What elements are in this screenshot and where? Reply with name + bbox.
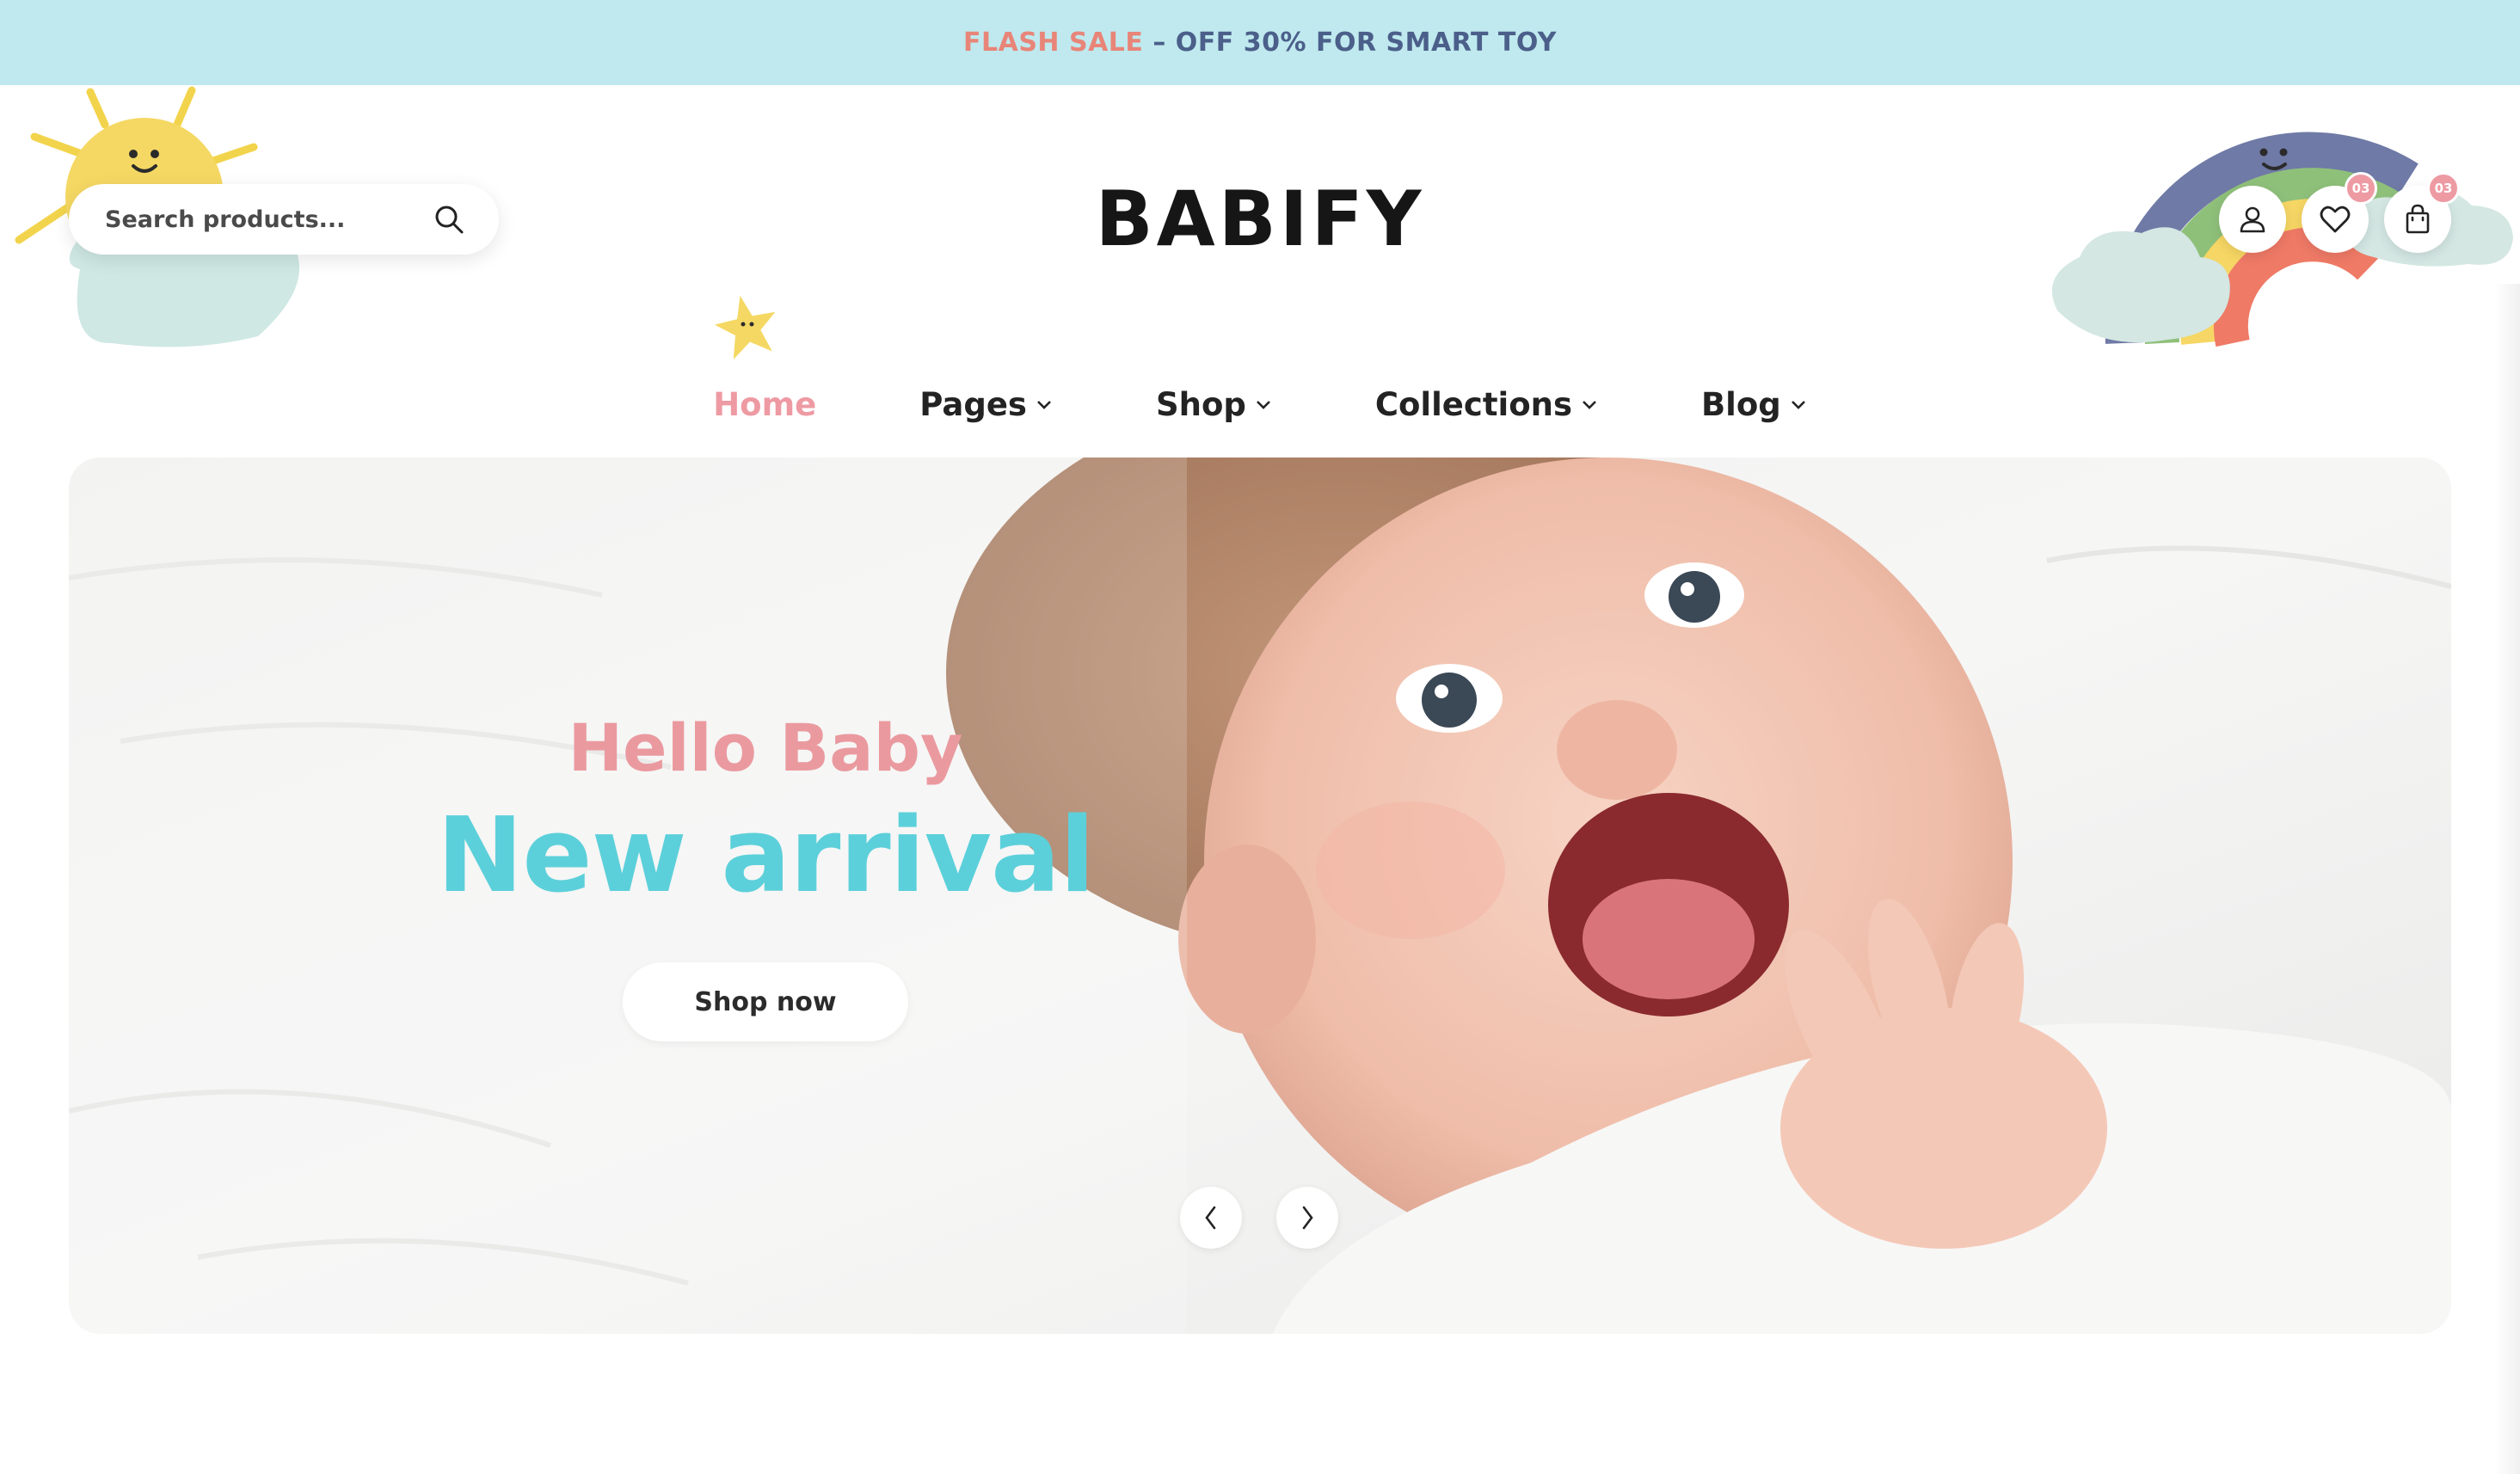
announcement-text: – OFF 30% FOR SMART TOY [1143,28,1557,58]
chevron-right-icon [1302,1206,1313,1230]
hero-banner: Hello Baby New arrival Shop now [69,458,2451,1334]
chevron-down-icon [1037,401,1051,409]
nav-item-collections[interactable]: Collections [1324,370,1650,439]
slider-next-button[interactable] [1276,1187,1338,1249]
nav-item-label: Shop [1155,385,1246,423]
site-logo[interactable]: BABIFY [1096,171,1422,266]
user-icon [2240,206,2265,233]
nav-item-home[interactable]: Home [661,370,868,439]
search-input[interactable] [103,205,432,234]
announcement-bar: FLASH SALE – OFF 30% FOR SMART TOY [0,0,2520,85]
cart-button[interactable]: 03 [2384,172,2460,253]
nav-item-label: Blog [1700,385,1781,423]
search-icon[interactable] [432,202,466,236]
wishlist-count-badge: 03 [2345,172,2377,205]
nav-item-blog[interactable]: Blog [1650,370,1859,439]
nav-item-label: Home [713,385,817,423]
chevron-down-icon [1256,401,1270,409]
chevron-down-icon [1583,401,1596,409]
search-box [69,184,499,255]
nav-item-label: Collections [1374,385,1572,423]
cart-count-badge: 03 [2427,172,2460,205]
hero-text-block: Hello Baby New arrival Shop now [327,707,1204,1041]
wishlist-button[interactable]: 03 [2302,172,2377,253]
main-nav: Home Pages Shop Collections Blog [0,370,2520,439]
nav-item-shop[interactable]: Shop [1104,370,1324,439]
shop-now-button[interactable]: Shop now [623,962,908,1041]
nav-item-label: Pages [919,385,1027,423]
nav-item-pages[interactable]: Pages [868,370,1104,439]
chevron-down-icon [1791,401,1805,409]
header-actions: 03 03 [2219,172,2460,253]
chevron-left-icon [1205,1206,1216,1230]
hero-title: New arrival [436,796,1095,916]
star-decoration [714,295,776,360]
slider-controls [1180,1187,1338,1249]
heart-icon [2320,206,2351,233]
announcement-highlight: FLASH SALE [963,28,1144,58]
slider-prev-button[interactable] [1180,1187,1242,1249]
page-edge-shadow [2494,284,2520,1474]
shopping-bag-icon [2406,204,2430,234]
hero-kicker: Hello Baby [568,709,963,786]
account-button[interactable] [2219,186,2286,253]
